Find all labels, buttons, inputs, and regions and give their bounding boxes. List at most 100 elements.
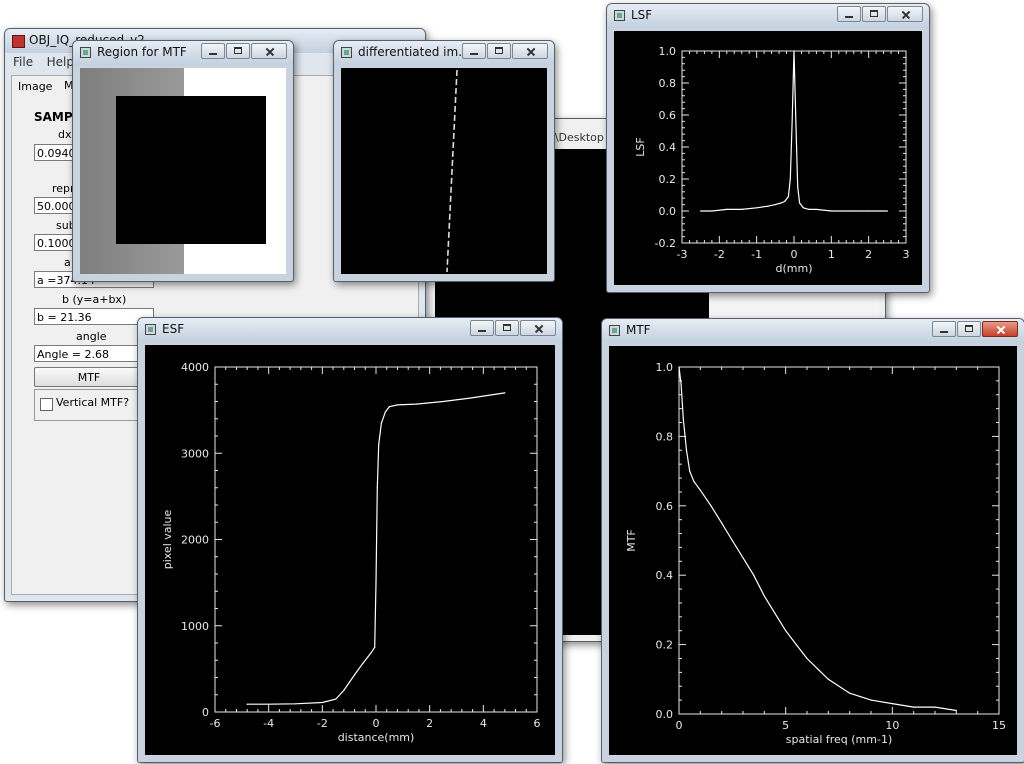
- minimize-icon[interactable]: [932, 321, 956, 337]
- lsf-plot-area: -3 -2 -1 0 1 2 3 -0.2 0.0 0.2 0.4 0.6 0.8 1.0 d(mm) LSF: [614, 31, 922, 285]
- esf-title-bar[interactable]: ESF: [138, 318, 562, 342]
- lsf-data-point: [700, 210, 702, 212]
- esf-data-point: [370, 652, 372, 654]
- esf-xtick-label: -4: [263, 717, 274, 730]
- mtf-data-point: [774, 612, 776, 614]
- region-title-bar[interactable]: Region for MTF: [73, 41, 293, 65]
- maximize-icon[interactable]: [862, 6, 886, 22]
- lsf-data-point: [756, 207, 758, 209]
- esf-chart: -6 -4 -2 0 2 4 6 0 1000 2000 3000 4000 distance(mm) p…: [161, 361, 541, 744]
- window-icon: [609, 325, 620, 336]
- minimize-icon[interactable]: [837, 6, 861, 22]
- maximize-icon[interactable]: [495, 320, 519, 336]
- esf-xtick-label: -2: [317, 717, 328, 730]
- esf-window: ESF -6 -4 -2 0 2 4 6 0 1000 2000 3000 4000 distance(…: [137, 317, 563, 763]
- maximize-icon[interactable]: [226, 43, 250, 59]
- tab-image[interactable]: Image: [18, 80, 52, 93]
- mtf-axes-frame: [678, 366, 1000, 715]
- mtf-data-point: [795, 644, 797, 646]
- lsf-ytick-label: 1.0: [659, 45, 677, 58]
- mtf-data-point: [742, 557, 744, 559]
- region-image: [80, 68, 286, 274]
- vertical-mtf-checkbox[interactable]: [40, 398, 53, 411]
- esf-xtick-label: 4: [480, 717, 487, 730]
- menu-help[interactable]: Help: [47, 55, 74, 69]
- close-icon[interactable]: [520, 320, 556, 336]
- esf-window-title: ESF: [162, 322, 185, 336]
- lsf-data-point: [793, 50, 795, 52]
- window-icon: [614, 10, 625, 21]
- mtf-ylabel: MTF: [625, 529, 638, 552]
- b-field[interactable]: b = 21.36: [34, 308, 154, 325]
- close-icon[interactable]: [982, 321, 1018, 337]
- mtf-data-point: [699, 489, 701, 491]
- minimize-icon[interactable]: [470, 320, 494, 336]
- mtf-data-point: [685, 449, 688, 451]
- lsf-data-point: [795, 122, 797, 124]
- mtf-data-point: [806, 657, 808, 660]
- minimize-icon[interactable]: [462, 43, 486, 59]
- maximize-icon[interactable]: [487, 43, 511, 59]
- lsf-data-point: [802, 207, 804, 209]
- close-icon[interactable]: [887, 6, 923, 22]
- esf-data-point: [294, 703, 297, 705]
- window-icon: [145, 324, 156, 335]
- mtf-ytick-label: 0.0: [656, 708, 674, 721]
- close-icon[interactable]: [512, 43, 548, 59]
- lsf-data-point: [797, 186, 799, 188]
- mtf-data-point: [693, 480, 695, 483]
- lsf-ytick-label: 0.8: [659, 77, 677, 90]
- esf-data-point: [442, 400, 444, 403]
- esf-data-point: [343, 689, 345, 692]
- region-window-title: Region for MTF: [97, 45, 187, 59]
- lsf-chart: -3 -2 -1 0 1 2 3 -0.2 0.0 0.2 0.4 0.6 0.8 1.0 d(mm) LSF: [634, 45, 910, 275]
- esf-ytick-label: 2000: [181, 534, 209, 547]
- esf-data-point: [380, 422, 382, 424]
- mtf-ytick-label: 0.6: [656, 500, 674, 513]
- mtf-data-point: [678, 366, 680, 368]
- mtf-data-point: [753, 574, 755, 576]
- region-window: Region for MTF: [72, 40, 294, 282]
- esf-data-point: [415, 403, 417, 405]
- maximize-icon[interactable]: [957, 321, 981, 337]
- mtf-data-point: [891, 702, 893, 705]
- esf-data-point: [374, 646, 376, 648]
- lsf-data-point: [711, 210, 713, 212]
- lsf-ytick-label: 0.0: [659, 205, 677, 218]
- edge-line: [446, 69, 458, 273]
- lsf-data-point: [808, 208, 810, 210]
- close-icon[interactable]: [251, 43, 287, 59]
- angle-field[interactable]: Angle = 2.68: [34, 345, 154, 362]
- mtf-title-bar[interactable]: MTF: [602, 319, 1024, 343]
- lsf-data-point: [774, 204, 776, 206]
- esf-xtick-label: -6: [210, 717, 221, 730]
- lsf-xlabel: d(mm): [776, 262, 813, 275]
- b-label: b (y=a+bx): [62, 293, 127, 306]
- minimize-icon[interactable]: [201, 43, 225, 59]
- lsf-data-point: [791, 122, 793, 124]
- mtf-data-point: [955, 709, 957, 712]
- mtf-button[interactable]: MTF: [34, 367, 144, 387]
- lsf-xtick-label: -1: [751, 248, 762, 261]
- mtf-data-point: [838, 685, 840, 687]
- esf-data-point: [268, 703, 270, 705]
- esf-ytick-label: 3000: [181, 447, 209, 460]
- lsf-xtick-label: -2: [714, 248, 725, 261]
- mtf-chart: 0 5 10 15 0.0 0.2 0.4 0.6 0.8 1.0 spatial freq (mm…: [625, 361, 1006, 746]
- lsf-ytick-label: -0.2: [655, 237, 676, 250]
- mtf-series-line: [678, 366, 957, 712]
- diff-title-bar[interactable]: differentiated im...: [334, 41, 554, 65]
- mtf-data-point: [680, 383, 682, 385]
- lsf-xtick-label: 0: [791, 248, 798, 261]
- mtf-data-point: [763, 595, 765, 597]
- esf-data-point: [384, 411, 386, 413]
- mtf-data-point: [859, 696, 861, 698]
- lsf-ytick-label: 0.2: [659, 173, 677, 186]
- mtf-data-point: [870, 699, 872, 701]
- lsf-title-bar[interactable]: LSF: [607, 4, 929, 28]
- esf-xlabel: distance(mm): [338, 731, 415, 744]
- region-black-square: [116, 96, 266, 244]
- dx-label: dx: [58, 128, 72, 141]
- menu-file[interactable]: File: [13, 55, 33, 69]
- lsf-ytick-label: 0.4: [659, 141, 677, 154]
